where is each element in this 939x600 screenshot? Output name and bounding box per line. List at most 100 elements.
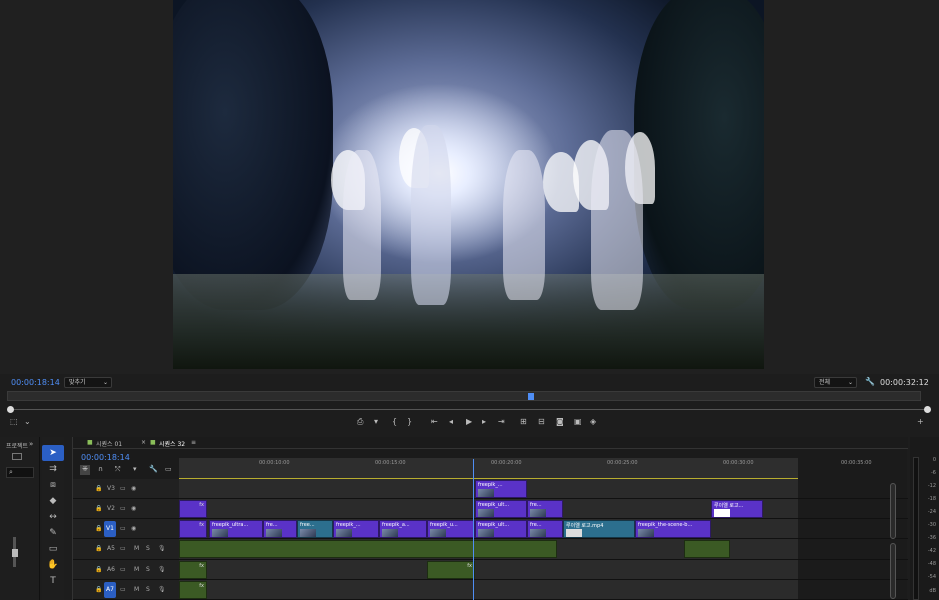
wrench-icon[interactable]: 🔧 (149, 465, 158, 473)
video-clip[interactable]: fx (179, 500, 207, 518)
pen-tool-icon[interactable]: ✎ (42, 525, 64, 541)
chevron-down-icon[interactable]: ⌄ (24, 417, 31, 426)
video-clip[interactable]: freepik_ult... (475, 500, 527, 518)
audio-clip[interactable] (179, 540, 557, 558)
ripple-edit-tool-icon[interactable]: ⧈ (42, 477, 64, 493)
multicam-icon[interactable]: ◈ (590, 417, 596, 426)
audio-tracks-scrollbar[interactable] (890, 543, 896, 599)
snap-icon[interactable]: ⁜ (80, 465, 90, 475)
rectangle-tool-icon[interactable]: ▭ (42, 541, 64, 557)
linked-selection-icon[interactable]: ∩ (98, 465, 103, 473)
settings-icon[interactable]: ⬚ (10, 417, 18, 426)
audio-clip[interactable]: fx (179, 561, 207, 579)
marker-icon[interactable]: ⎙ (357, 417, 363, 427)
video-clip[interactable]: freepik_ultra... (209, 520, 263, 538)
play-icon[interactable]: ▶ (466, 417, 472, 426)
go-to-out-icon[interactable]: ⇥ (498, 417, 505, 426)
eye-icon[interactable]: ◉ (131, 505, 136, 512)
compare-icon[interactable]: ▣ (574, 417, 582, 426)
video-clip[interactable]: freepik_... (333, 520, 379, 538)
solo-button[interactable]: S (146, 586, 150, 593)
mute-button[interactable]: M (134, 586, 139, 593)
mark-in-icon[interactable]: { (392, 417, 397, 426)
monitor-time-ruler[interactable] (7, 391, 921, 401)
step-forward-icon[interactable]: ▸ (482, 417, 486, 426)
quality-select[interactable]: 전체 ⌄ (814, 377, 857, 388)
step-back-icon[interactable]: ◂ (449, 417, 453, 426)
video-clip[interactable]: fre... (527, 520, 563, 538)
video-clip[interactable]: fre... (263, 520, 297, 538)
playhead-marker[interactable] (528, 393, 534, 400)
solo-button[interactable]: S (146, 566, 150, 573)
video-clip[interactable]: free... (297, 520, 333, 538)
video-tracks-scrollbar[interactable] (890, 483, 896, 539)
lock-icon[interactable]: 🔒 (95, 566, 102, 573)
video-clip[interactable]: fre... (527, 500, 563, 518)
project-search-input[interactable]: ⌕ (6, 467, 34, 478)
solo-button[interactable]: S (146, 545, 150, 552)
add-button-icon[interactable]: + (917, 417, 924, 426)
captions-icon[interactable]: ▭ (165, 465, 172, 473)
marker-icon[interactable]: ▾ (133, 465, 137, 473)
close-icon[interactable]: × (141, 439, 146, 446)
tab-sequence-32[interactable]: 시퀀스 32 (159, 439, 185, 448)
lock-icon[interactable]: 🔒 (95, 505, 102, 512)
video-clip[interactable]: freepik_u... (427, 520, 475, 538)
track-select-tool-icon[interactable]: ⇉ (42, 461, 64, 477)
mute-button[interactable]: M (134, 545, 139, 552)
sync-icon[interactable]: ▭ (120, 566, 126, 573)
audio-clip[interactable]: fx (427, 561, 475, 579)
add-marker-icon[interactable]: ⤲ (115, 465, 121, 474)
eye-icon[interactable]: ◉ (131, 485, 136, 492)
slip-tool-icon[interactable]: ↔ (42, 509, 64, 525)
video-clip[interactable]: freepik_the-scene-b... (635, 520, 711, 538)
video-clip[interactable]: freepik_... (475, 480, 527, 498)
track-name[interactable]: V1 (104, 521, 116, 537)
bin-icon[interactable] (12, 453, 22, 460)
add-marker-icon[interactable]: ▾ (374, 417, 378, 426)
lift-icon[interactable]: ⊞ (520, 417, 527, 426)
scroll-handle-right[interactable] (924, 406, 931, 413)
lock-icon[interactable]: 🔒 (95, 525, 102, 532)
audio-clip[interactable] (684, 540, 730, 558)
sync-icon[interactable]: ▭ (120, 525, 126, 532)
mute-button[interactable]: M (134, 566, 139, 573)
track-name[interactable]: A7 (104, 582, 116, 598)
video-clip[interactable]: 루이엘 로고... (711, 500, 763, 518)
eye-icon[interactable]: ◉ (131, 525, 136, 532)
sync-icon[interactable]: ▭ (120, 505, 126, 512)
video-clip[interactable]: freepik_a... (379, 520, 427, 538)
sync-icon[interactable]: ▭ (120, 586, 126, 593)
timeline-timecode[interactable]: 00:00:18:14 (81, 453, 130, 462)
export-frame-icon[interactable]: ◙ (556, 417, 564, 426)
zoom-slider-handle[interactable] (12, 549, 18, 557)
type-tool-icon[interactable]: T (42, 573, 64, 589)
timeline-ruler[interactable]: 00:00:10:00 00:00:15:00 00:00:20:00 00:0… (179, 458, 872, 480)
mark-out-icon[interactable]: } (407, 417, 412, 426)
lock-icon[interactable]: 🔒 (95, 545, 102, 552)
wrench-icon[interactable]: 🔧 (865, 377, 875, 386)
sync-icon[interactable]: ▭ (120, 545, 126, 552)
hand-tool-icon[interactable]: ✋ (42, 557, 64, 573)
zoom-select[interactable]: 맞추기 ⌄ (64, 377, 112, 388)
microphone-icon[interactable]: 🎙 (158, 566, 166, 573)
video-clip[interactable]: 루이엘 로고.mp4 (563, 520, 635, 538)
microphone-icon[interactable]: 🎙 (158, 586, 166, 593)
current-timecode[interactable]: 00:00:18:14 (11, 378, 60, 387)
zoom-scrollbar[interactable] (7, 406, 931, 413)
video-clip[interactable]: fx (179, 520, 207, 538)
video-clip[interactable]: freepik_ult... (475, 520, 527, 538)
go-to-in-icon[interactable]: ⇤ (431, 417, 438, 426)
timeline-playhead[interactable] (473, 459, 474, 600)
project-panel-title[interactable]: 프로젝트 (6, 441, 28, 450)
selection-tool-icon[interactable]: ➤ (42, 445, 64, 461)
sync-icon[interactable]: ▭ (120, 485, 126, 492)
scroll-handle-left[interactable] (7, 406, 14, 413)
audio-clip[interactable]: fx (179, 581, 207, 599)
microphone-icon[interactable]: 🎙 (158, 545, 166, 552)
extract-icon[interactable]: ⊟ (538, 417, 545, 426)
lock-icon[interactable]: 🔒 (95, 586, 102, 593)
tab-sequence-01[interactable]: 시퀀스 01 (96, 439, 122, 448)
menu-icon[interactable]: ≡ (191, 439, 196, 446)
razor-tool-icon[interactable]: ◆ (42, 493, 64, 509)
